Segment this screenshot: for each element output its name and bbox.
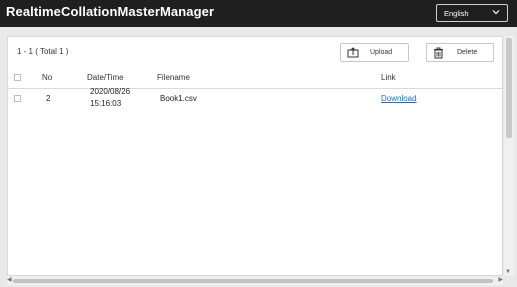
horizontal-scrollbar[interactable]: ◀ ▶: [7, 277, 503, 285]
result-count: 1 - 1 ( Total 1 ): [17, 47, 69, 56]
app-title: RealtimeCollationMasterManager: [6, 4, 215, 19]
delete-button[interactable]: Delete: [426, 43, 494, 62]
select-all-checkbox[interactable]: [14, 74, 21, 81]
file-list-panel: 1 - 1 ( Total 1 ) Upload Delete No Date/…: [7, 36, 503, 276]
table-header: No Date/Time Filename Link: [8, 70, 502, 89]
column-header-filename: Filename: [157, 73, 190, 82]
row-time: 15:16:03: [90, 99, 122, 108]
scroll-right-arrow-icon[interactable]: ▶: [498, 276, 503, 283]
scroll-down-arrow-icon[interactable]: ▼: [505, 269, 511, 275]
trash-icon: [433, 47, 444, 61]
upload-button-label: Upload: [370, 49, 393, 56]
column-header-no: No: [42, 73, 53, 82]
row-filename: Book1.csv: [160, 94, 197, 103]
horizontal-scroll-thumb[interactable]: [13, 279, 493, 283]
upload-icon: [347, 47, 359, 60]
column-header-link: Link: [381, 73, 396, 82]
delete-button-label: Delete: [457, 49, 478, 56]
row-no: 2: [46, 94, 51, 103]
vertical-scrollbar[interactable]: ▲ ▼: [504, 36, 514, 276]
upload-button[interactable]: Upload: [340, 43, 409, 62]
chevron-down-icon: [492, 8, 500, 18]
vertical-scroll-thumb[interactable]: [506, 38, 512, 138]
language-select-value: English: [444, 9, 469, 18]
download-link[interactable]: Download: [381, 94, 417, 103]
row-checkbox[interactable]: [14, 95, 21, 102]
scroll-left-arrow-icon[interactable]: ◀: [7, 276, 12, 283]
language-select[interactable]: English: [436, 4, 508, 22]
app-header: RealtimeCollationMasterManager English: [0, 0, 517, 27]
row-date: 2020/08/26: [90, 87, 131, 96]
column-header-datetime: Date/Time: [87, 73, 124, 82]
